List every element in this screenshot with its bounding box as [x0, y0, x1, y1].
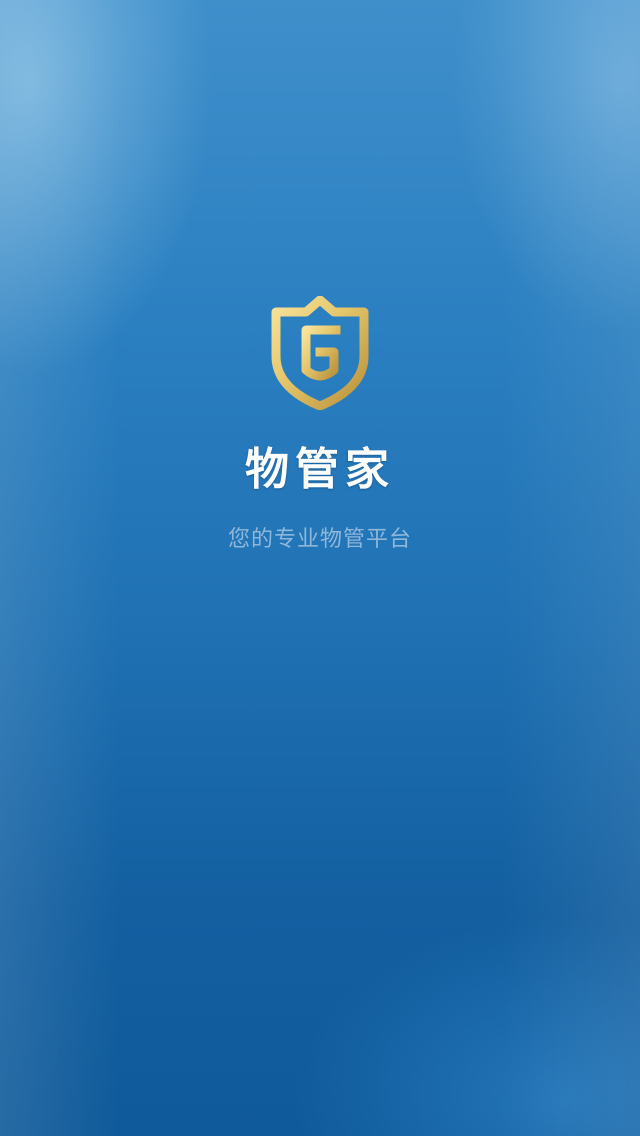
background-highlight-left	[0, 0, 120, 1136]
gold-shield-g-logo-icon	[270, 296, 370, 410]
tagline: 您的专业物管平台	[227, 527, 412, 552]
app-name: 物管家	[245, 444, 395, 495]
background-highlight-right	[500, 0, 640, 1136]
splash-screen: 物管家 您的专业物管平台	[0, 0, 640, 1136]
